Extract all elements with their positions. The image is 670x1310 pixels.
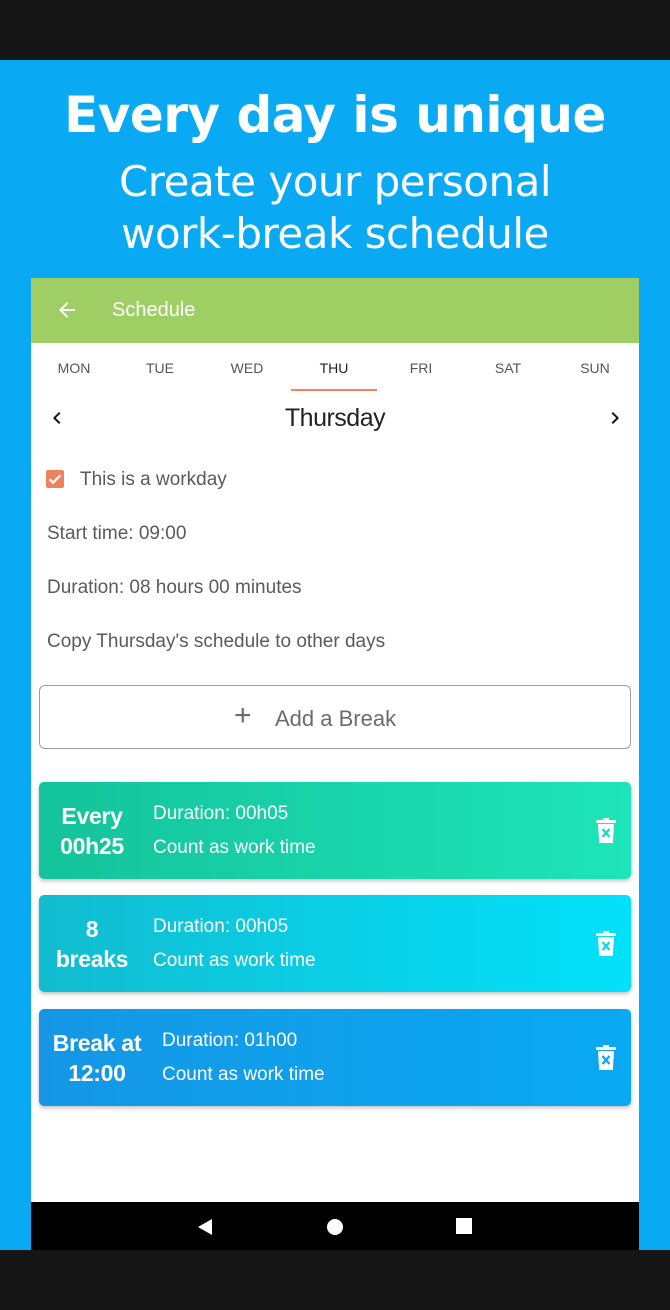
promo-headline: Every day is unique xyxy=(64,86,606,144)
break-summary: Break at 12:00 xyxy=(39,1009,155,1106)
tab-sat[interactable]: SAT xyxy=(465,343,551,391)
break-summary-line1: 8 xyxy=(85,916,99,942)
break-duration: Duration: 00h05 xyxy=(153,916,289,937)
break-summary-line1: Every xyxy=(61,803,123,829)
trash-icon[interactable] xyxy=(595,931,617,957)
plus-icon: + xyxy=(234,699,252,732)
back-triangle-icon[interactable] xyxy=(197,1218,213,1236)
system-nav-bar xyxy=(31,1202,639,1250)
app-bar-title: Schedule xyxy=(112,299,196,321)
home-circle-icon[interactable] xyxy=(326,1218,344,1236)
break-card-fixed-time[interactable]: Break at 12:00 Duration: 01h00 Count as … xyxy=(39,1009,631,1106)
arrow-left-icon[interactable] xyxy=(55,298,79,322)
promo-subhead-line1: Create your personal xyxy=(118,157,552,206)
phone-screen: Schedule MON TUE WED THU FRI SAT SUN Thu… xyxy=(31,278,639,1250)
tab-sun[interactable]: SUN xyxy=(552,343,638,391)
break-summary: 8 breaks xyxy=(39,895,145,992)
work-duration[interactable]: Duration: 08 hours 00 minutes xyxy=(47,577,302,599)
break-count-note: Count as work time xyxy=(153,837,316,858)
tab-fri[interactable]: FRI xyxy=(378,343,464,391)
tab-thu[interactable]: THU xyxy=(291,343,377,391)
tab-wed[interactable]: WED xyxy=(204,343,290,391)
copy-schedule-link[interactable]: Copy Thursday's schedule to other days xyxy=(47,631,385,653)
tab-tue[interactable]: TUE xyxy=(117,343,203,391)
break-summary-line2: breaks xyxy=(55,946,129,972)
day-heading: Thursday xyxy=(284,404,386,432)
break-card-count[interactable]: 8 breaks Duration: 00h05 Count as work t… xyxy=(39,895,631,992)
break-card-interval[interactable]: Every 00h25 Duration: 00h05 Count as wor… xyxy=(39,782,631,879)
promo-subhead: Create your personal work-break schedule xyxy=(0,156,670,260)
tab-mon[interactable]: MON xyxy=(31,343,117,391)
chevron-right-icon[interactable] xyxy=(603,406,627,430)
active-tab-indicator xyxy=(291,389,377,391)
trash-icon[interactable] xyxy=(595,818,617,844)
recents-square-icon[interactable] xyxy=(456,1218,472,1234)
start-time[interactable]: Start time: 09:00 xyxy=(47,523,186,545)
add-break-button[interactable]: + Add a Break xyxy=(39,685,631,749)
break-duration: Duration: 00h05 xyxy=(153,803,289,824)
break-summary-line2: 12:00 xyxy=(68,1060,126,1086)
break-summary-line2: 00h25 xyxy=(60,833,124,859)
add-break-label: Add a Break xyxy=(275,706,397,731)
day-tabs: MON TUE WED THU FRI SAT SUN xyxy=(31,343,639,391)
break-duration: Duration: 01h00 xyxy=(162,1030,298,1051)
promo-subhead-line2: work-break schedule xyxy=(121,209,549,258)
break-summary-line1: Break at xyxy=(52,1030,142,1056)
break-count-note: Count as work time xyxy=(162,1064,325,1085)
app-bar: Schedule xyxy=(31,278,639,343)
break-count-note: Count as work time xyxy=(153,950,316,971)
workday-label[interactable]: This is a workday xyxy=(80,469,227,491)
workday-checkbox[interactable] xyxy=(46,470,64,488)
trash-icon[interactable] xyxy=(595,1045,617,1071)
check-icon xyxy=(48,474,62,485)
break-summary: Every 00h25 xyxy=(39,782,145,879)
